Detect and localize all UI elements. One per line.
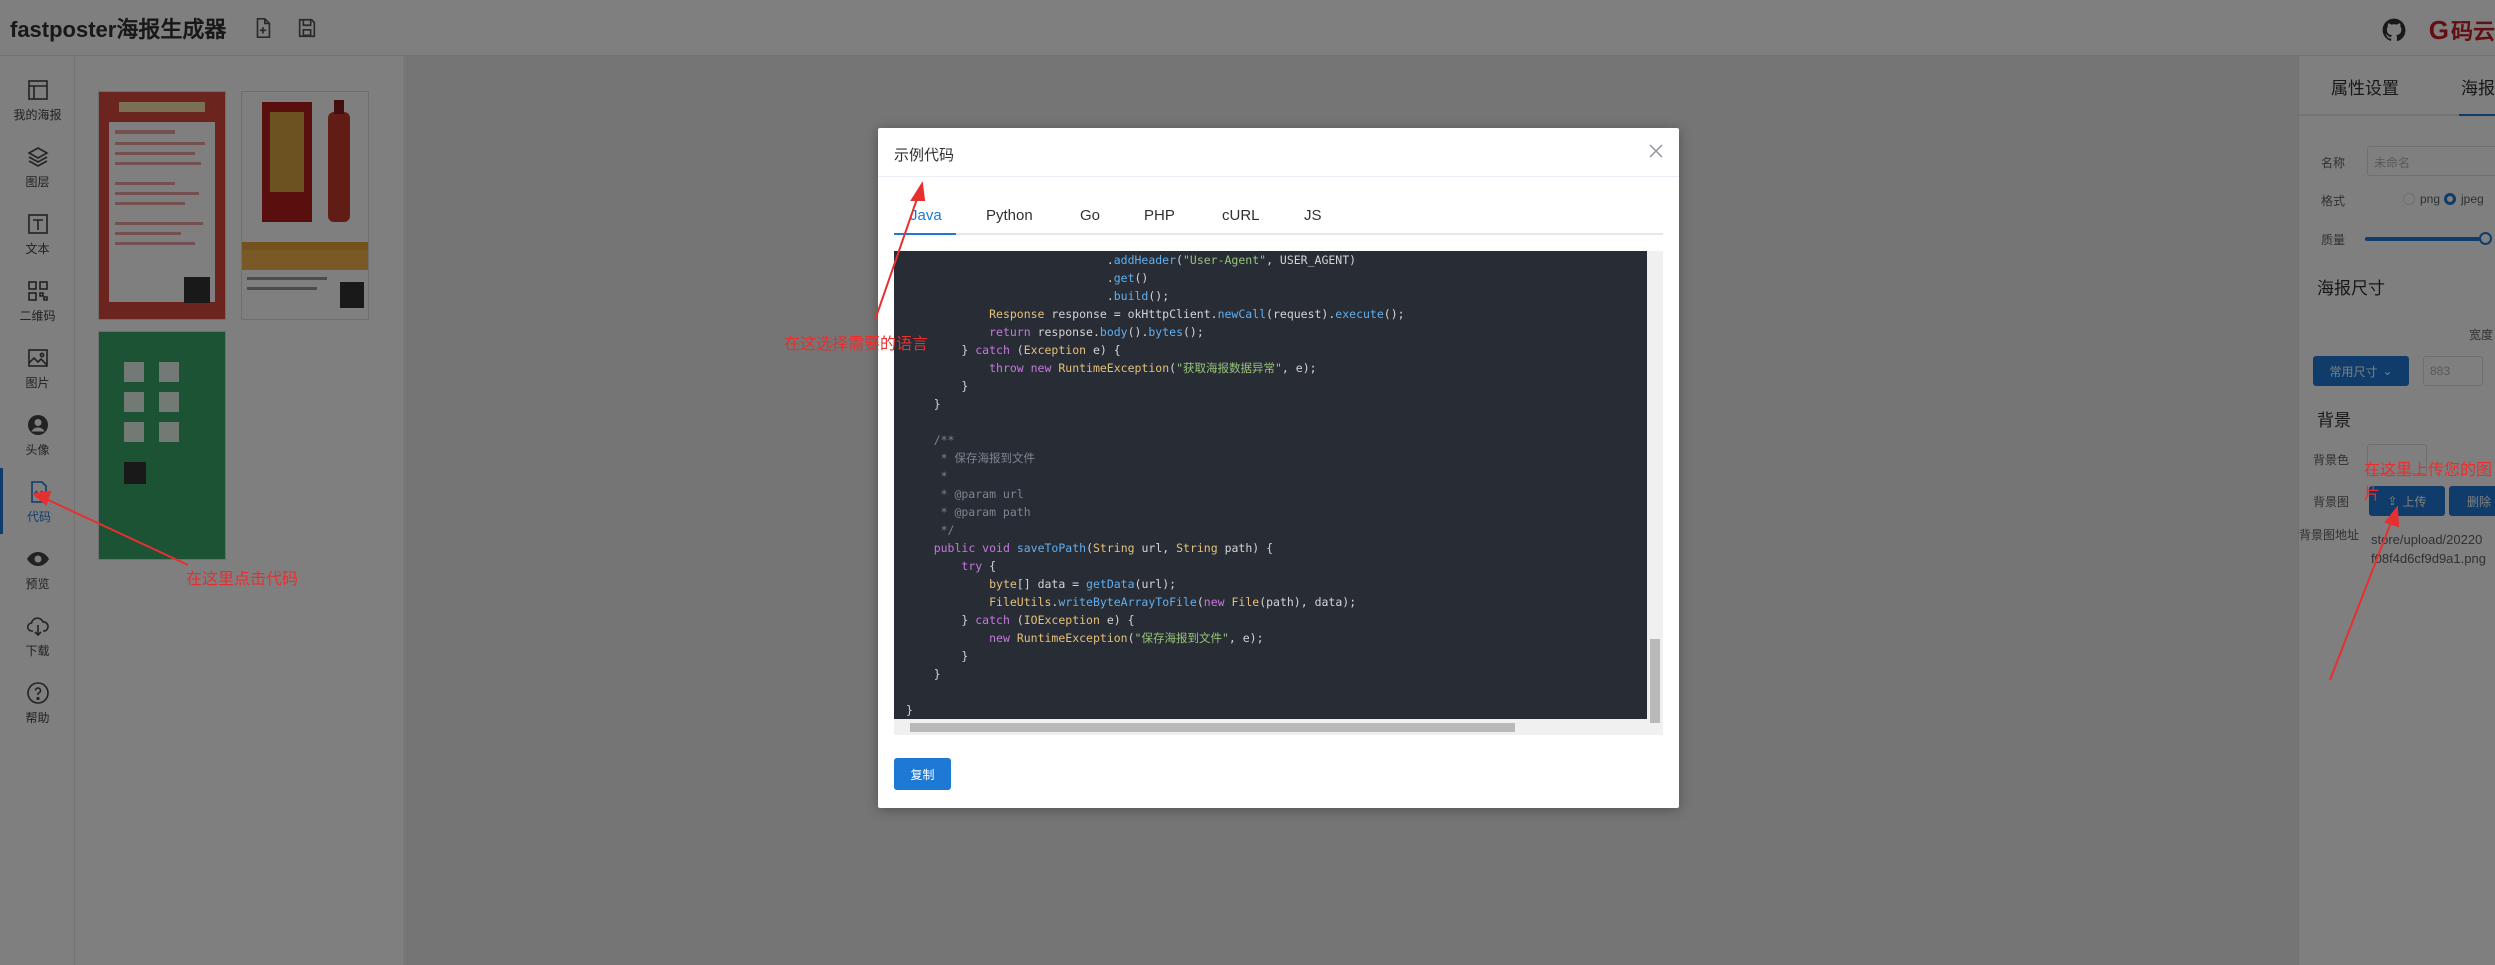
app-root: fastposter海报生成器 G码云 我的海报 图层 文本 二维 bbox=[0, 0, 2495, 965]
annotation-select-language: 在这选择需要的语言 bbox=[784, 336, 929, 353]
annotation-arrows bbox=[31, 181, 2400, 681]
annotation-upload-image: 在这里上传您的图片 bbox=[2364, 462, 2493, 503]
annotation-click-code: 在这里点击代码 bbox=[186, 571, 299, 588]
